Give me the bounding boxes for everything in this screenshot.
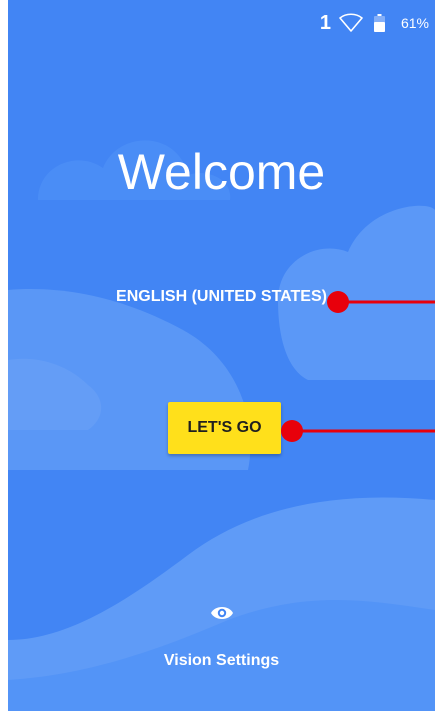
lets-go-button[interactable]: LET'S GO: [168, 402, 281, 454]
vision-settings-label: Vision Settings: [163, 652, 280, 669]
battery-percent: 61%: [400, 15, 429, 31]
battery-icon: [374, 14, 385, 32]
notification-count: 1: [319, 12, 331, 34]
status-bar: 1 61%: [8, 0, 435, 46]
eye-icon: [211, 607, 233, 619]
welcome-screen: 1 61% Welcome ENGLISH (UNITED STATES) LE…: [8, 0, 435, 711]
vision-settings-button[interactable]: Vision Settings: [8, 598, 435, 678]
wifi-icon: [339, 13, 363, 32]
welcome-title: Welcome: [117, 144, 326, 200]
language-selector[interactable]: ENGLISH (UNITED STATES): [8, 286, 435, 308]
